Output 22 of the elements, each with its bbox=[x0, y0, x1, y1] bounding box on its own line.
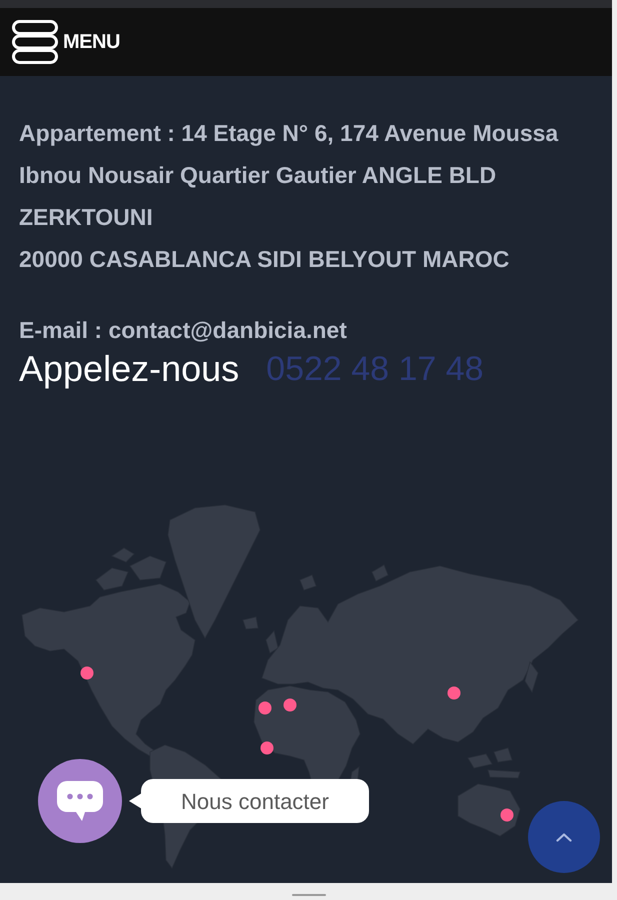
chevron-up-icon bbox=[556, 832, 572, 842]
drag-handle[interactable] bbox=[292, 894, 326, 896]
chat-bubble-icon bbox=[57, 780, 103, 822]
map-marker-icon bbox=[284, 698, 296, 712]
email-text: E-mail : contact@danbicia.net bbox=[19, 316, 347, 345]
continent-shape bbox=[458, 784, 520, 836]
island-shape bbox=[371, 564, 388, 582]
island-shape bbox=[524, 661, 538, 693]
map-marker-icon bbox=[260, 742, 274, 754]
map-marker-icon bbox=[448, 686, 460, 700]
map-marker-icon bbox=[80, 666, 94, 680]
menu-button[interactable]: MENU bbox=[12, 20, 120, 64]
map-marker-icon bbox=[258, 702, 272, 714]
island-shape bbox=[95, 568, 129, 590]
call-us-label: Appelez-nous bbox=[19, 347, 240, 391]
menu-icon bbox=[12, 20, 58, 64]
island-shape bbox=[299, 574, 317, 590]
map-marker-icon bbox=[500, 808, 514, 822]
address-text: Appartement : 14 Etage N° 6, 174 Avenue Moussa Ibnou Nousair Quartier Gautier ANGLE BLD ZERKTOUNI 20000 CASABLANCA SIDI BELYOUT MAROC bbox=[19, 119, 560, 274]
contact-tooltip[interactable]: Nous contacter bbox=[141, 779, 369, 823]
island-shape bbox=[493, 748, 513, 762]
island-shape bbox=[266, 630, 278, 654]
